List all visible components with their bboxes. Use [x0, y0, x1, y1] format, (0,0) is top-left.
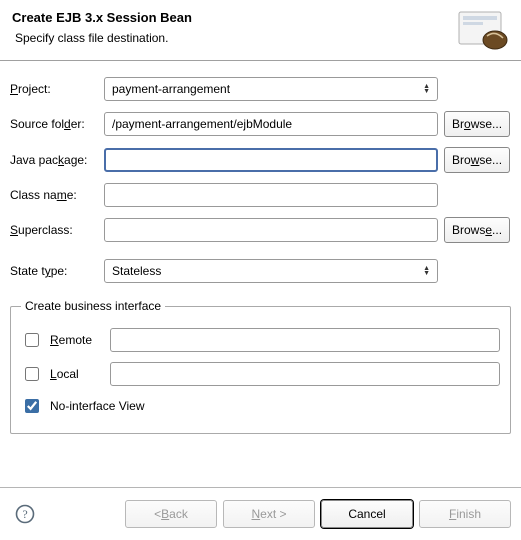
- remote-checkbox[interactable]: [25, 333, 39, 347]
- form-area: Project: payment-arrangement ▲▼ Source f…: [0, 61, 521, 487]
- business-interface-legend: Create business interface: [21, 299, 165, 313]
- java-package-input[interactable]: [104, 148, 438, 172]
- back-button[interactable]: < Back: [125, 500, 217, 528]
- project-select[interactable]: payment-arrangement ▲▼: [104, 77, 438, 101]
- bean-icon: [457, 10, 509, 52]
- remote-input[interactable]: [110, 328, 500, 352]
- finish-button[interactable]: Finish: [419, 500, 511, 528]
- superclass-label: Superclass:: [10, 223, 98, 237]
- chevron-updown-icon: ▲▼: [423, 266, 430, 276]
- class-name-input[interactable]: [104, 183, 438, 207]
- local-input[interactable]: [110, 362, 500, 386]
- help-icon[interactable]: ?: [14, 503, 36, 525]
- button-bar: ? < Back Next > Cancel Finish: [0, 487, 521, 540]
- remote-label: Remote: [50, 333, 102, 347]
- source-folder-browse-button[interactable]: Browse...: [444, 111, 510, 137]
- cancel-button[interactable]: Cancel: [321, 500, 413, 528]
- page-subtitle: Specify class file destination.: [12, 31, 192, 45]
- java-package-label: Java package:: [10, 153, 98, 167]
- superclass-browse-button[interactable]: Browse...: [444, 217, 510, 243]
- source-folder-label: Source folder:: [10, 117, 98, 131]
- source-folder-input[interactable]: [104, 112, 438, 136]
- no-interface-label: No-interface View: [50, 399, 145, 413]
- svg-text:?: ?: [22, 507, 27, 521]
- wizard-header: Create EJB 3.x Session Bean Specify clas…: [0, 0, 521, 60]
- local-checkbox[interactable]: [25, 367, 39, 381]
- class-name-label: Class name:: [10, 188, 98, 202]
- chevron-updown-icon: ▲▼: [423, 84, 430, 94]
- no-interface-checkbox[interactable]: [25, 399, 39, 413]
- business-interface-group: Create business interface Remote Local N…: [10, 299, 511, 434]
- project-label: Project:: [10, 82, 98, 96]
- local-label: Local: [50, 367, 102, 381]
- page-title: Create EJB 3.x Session Bean: [12, 10, 192, 25]
- java-package-browse-button[interactable]: Browse...: [444, 147, 510, 173]
- superclass-input[interactable]: [104, 218, 438, 242]
- next-button[interactable]: Next >: [223, 500, 315, 528]
- state-type-label: State type:: [10, 264, 98, 278]
- state-type-select[interactable]: Stateless ▲▼: [104, 259, 438, 283]
